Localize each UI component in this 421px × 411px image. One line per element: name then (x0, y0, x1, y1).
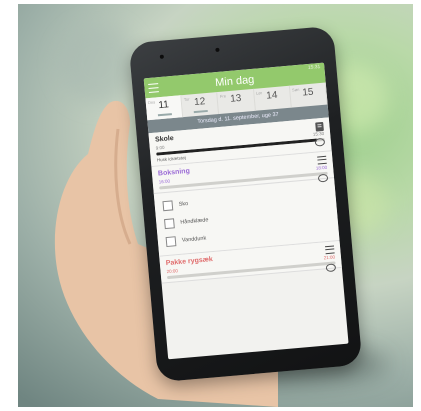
date-number: 12 (193, 96, 206, 109)
start-time: 9:00 (155, 144, 165, 151)
end-time: 18:00 (315, 164, 328, 171)
date-weekday: Tor (183, 96, 190, 102)
date-number: 14 (265, 89, 278, 102)
date-tab-13[interactable]: Fre 13 (217, 88, 256, 114)
checkbox[interactable] (165, 236, 177, 248)
date-number: 13 (229, 92, 242, 105)
date-number: 15 (301, 86, 314, 99)
date-tab-14[interactable]: Lør 14 (253, 85, 292, 111)
checkbox[interactable] (164, 218, 175, 230)
date-indicator (193, 109, 208, 114)
date-weekday: Fre (219, 93, 227, 99)
status-time: 15:31 (307, 63, 321, 72)
comment-icon[interactable] (325, 263, 337, 273)
checklist-label: Vanddunk (181, 235, 207, 244)
start-time: 16:00 (158, 178, 171, 185)
checklist-label: Sko (178, 200, 189, 208)
sensor-dot (159, 54, 165, 59)
date-tab-12[interactable]: Tor 12 (181, 92, 220, 118)
start-time: 20:00 (166, 268, 179, 275)
date-tab-11[interactable]: Ons 11 (145, 95, 184, 121)
date-tab-15[interactable]: Søn 15 (289, 82, 328, 108)
date-indicator (157, 113, 172, 117)
list-icon[interactable] (317, 155, 327, 165)
end-time: 15:30 (312, 130, 325, 137)
book-icon[interactable] (315, 121, 324, 132)
checklist-label: Håndklæde (180, 217, 209, 226)
date-weekday: Ons (147, 99, 156, 106)
date-weekday: Søn (291, 86, 300, 93)
date-number: 11 (158, 99, 170, 112)
phone-device: Min dag 15:31 Ons 11 Tor 12 Fre 13 Lør 1… (128, 25, 363, 383)
list-icon[interactable] (324, 245, 335, 255)
app-screen: Min dag 15:31 Ons 11 Tor 12 Fre 13 Lør 1… (143, 62, 349, 360)
earpiece (215, 47, 220, 53)
checkbox[interactable] (162, 200, 174, 212)
date-weekday: Lør (255, 90, 263, 96)
end-time: 21:00 (323, 254, 336, 261)
photo-background: Min dag 15:31 Ons 11 Tor 12 Fre 13 Lør 1… (18, 4, 413, 407)
